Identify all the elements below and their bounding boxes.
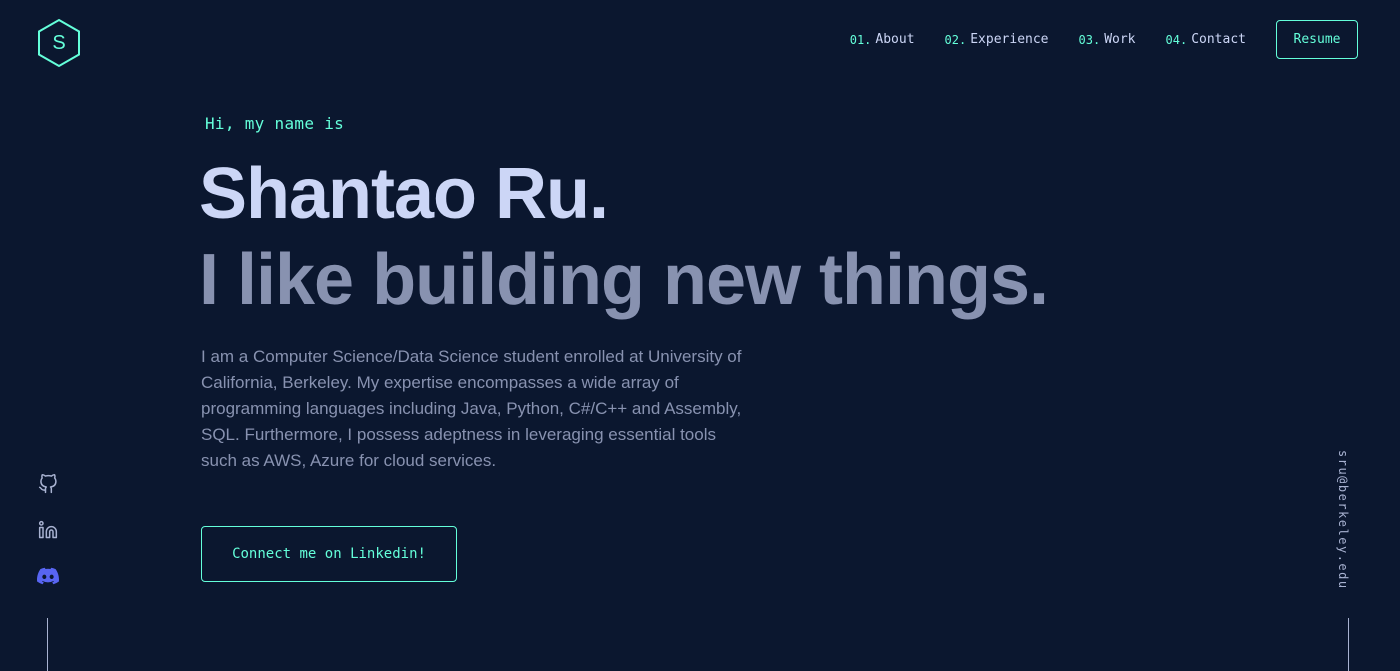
nav-label: Experience <box>970 32 1049 47</box>
logo[interactable]: S <box>36 18 82 68</box>
nav-label: Contact <box>1191 32 1246 47</box>
hero-bio: I am a Computer Science/Data Science stu… <box>201 347 742 470</box>
nav-item-about[interactable]: 01. About <box>850 32 915 47</box>
nav-number: 01. <box>849 32 872 47</box>
nav-label: Work <box>1104 32 1136 47</box>
resume-button[interactable]: Resume <box>1276 20 1358 59</box>
nav-number: 04. <box>1165 32 1188 47</box>
logo-letter: S <box>52 31 66 54</box>
hero-name: Shantao Ru. <box>199 154 609 234</box>
discord-icon[interactable] <box>34 562 62 590</box>
main-nav: 01. About 02. Experience 03. Work 04. Co… <box>820 20 1358 59</box>
nav-label: About <box>875 32 915 47</box>
social-links <box>34 470 62 608</box>
github-icon[interactable] <box>34 470 62 498</box>
greeting: Hi, my name is <box>205 114 345 133</box>
connect-linkedin-button[interactable]: Connect me on Linkedin! <box>201 526 457 582</box>
hero-tagline: I like building new things. <box>199 240 1049 320</box>
email-link[interactable]: sru@berkeley.edu <box>1336 450 1350 590</box>
linkedin-icon[interactable] <box>34 516 62 544</box>
right-divider-line <box>1348 618 1349 671</box>
nav-item-contact[interactable]: 04. Contact <box>1166 32 1246 47</box>
nav-item-work[interactable]: 03. Work <box>1079 32 1136 47</box>
email-column: sru@berkeley.edu <box>1336 450 1360 595</box>
nav-number: 02. <box>944 32 967 47</box>
nav-number: 03. <box>1078 32 1101 47</box>
left-divider-line <box>47 618 48 671</box>
nav-item-experience[interactable]: 02. Experience <box>945 32 1049 47</box>
